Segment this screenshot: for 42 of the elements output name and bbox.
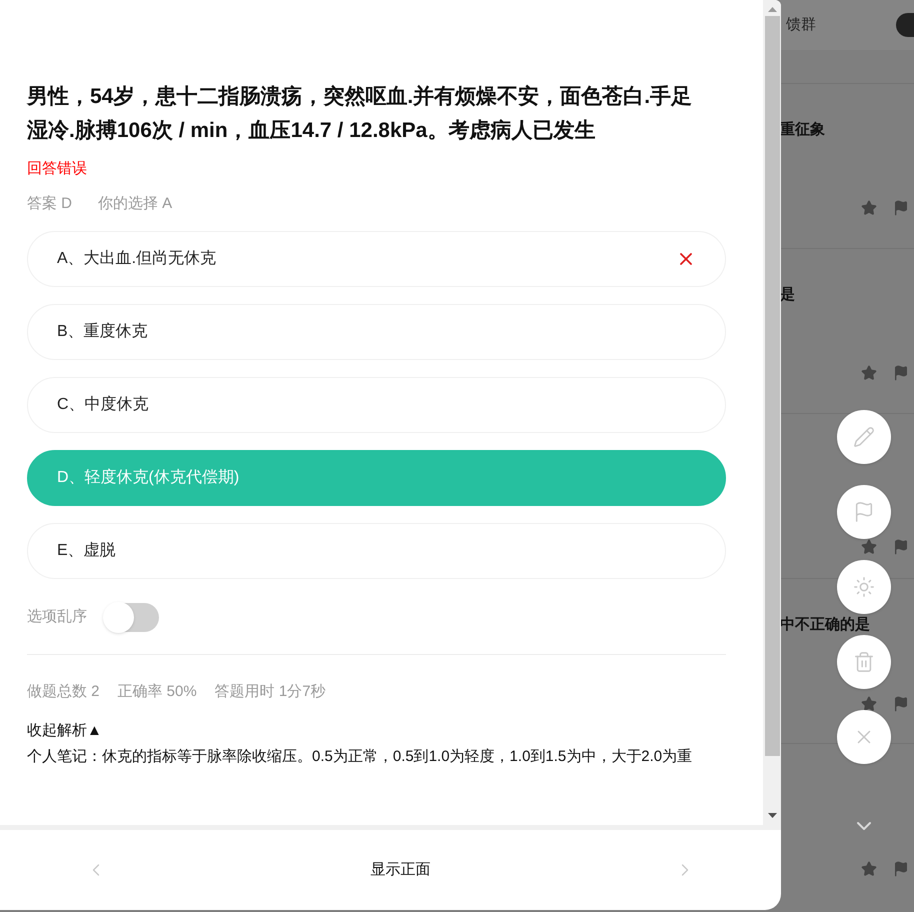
flag-icon [853,501,875,523]
edit-button[interactable] [837,410,891,464]
stat-text: 答题用时 1分7秒 [214,682,326,702]
brightness-button[interactable] [837,560,891,614]
result-text: 回答错误 [27,159,88,179]
collapse-analysis-link[interactable]: 收起解析▲ [27,720,102,742]
stat-text: 做题总数 2 [27,682,100,702]
answer-option[interactable]: B、重度休克 [27,304,726,360]
trash-icon [853,651,875,673]
shuffle-label: 选项乱序 [27,607,87,628]
scrollbar[interactable] [763,0,781,825]
flag-icon[interactable] [893,696,909,712]
close-button[interactable] [837,710,891,764]
flag-icon[interactable] [893,200,909,216]
answer-option[interactable]: E、虚脱 [27,523,726,579]
flag-button[interactable] [837,485,891,539]
scroll-up-icon[interactable] [768,7,776,12]
shuffle-switch[interactable] [105,603,159,632]
star-icon[interactable] [861,365,877,381]
scroll-down-icon[interactable] [768,813,776,818]
flag-icon[interactable] [893,861,909,877]
show-front-button[interactable]: 显示正面 [370,858,430,882]
flag-icon[interactable] [893,539,909,555]
question-text: 男性，54岁，患十二指肠溃疡，突然呕血.并有烦燥不安，面色苍白.手足湿冷.脉搏106次 / min，血压14.7 / 12.8kPa。考虑病人已发生 [27,84,694,144]
flag-icon[interactable] [893,365,909,381]
pencil-icon [853,426,875,448]
answer-option[interactable]: C、中度休克 [27,377,726,433]
answer-option[interactable]: A、大出血.但尚无休克 [27,231,726,287]
question-title: 中不正确的是 [780,616,870,634]
stat-text: 正确率 50% [118,682,197,702]
correct-answer: 答案 D [27,194,72,214]
avatar [896,13,914,37]
question-title: 重征象 [780,121,825,139]
star-icon[interactable] [861,200,877,216]
star-icon[interactable] [861,539,877,555]
personal-note: 个人笔记：休克的指标等于脉率除收缩压。0.5为正常，0.5到1.0为轻度，1.0到1.5为中，大于2.0为重 [27,747,694,767]
delete-button[interactable] [837,635,891,689]
sun-icon [853,576,875,598]
your-choice: 你的选择 A [98,194,172,214]
question-title: 是 [780,286,795,304]
star-icon[interactable] [861,696,877,712]
star-icon[interactable] [861,861,877,877]
